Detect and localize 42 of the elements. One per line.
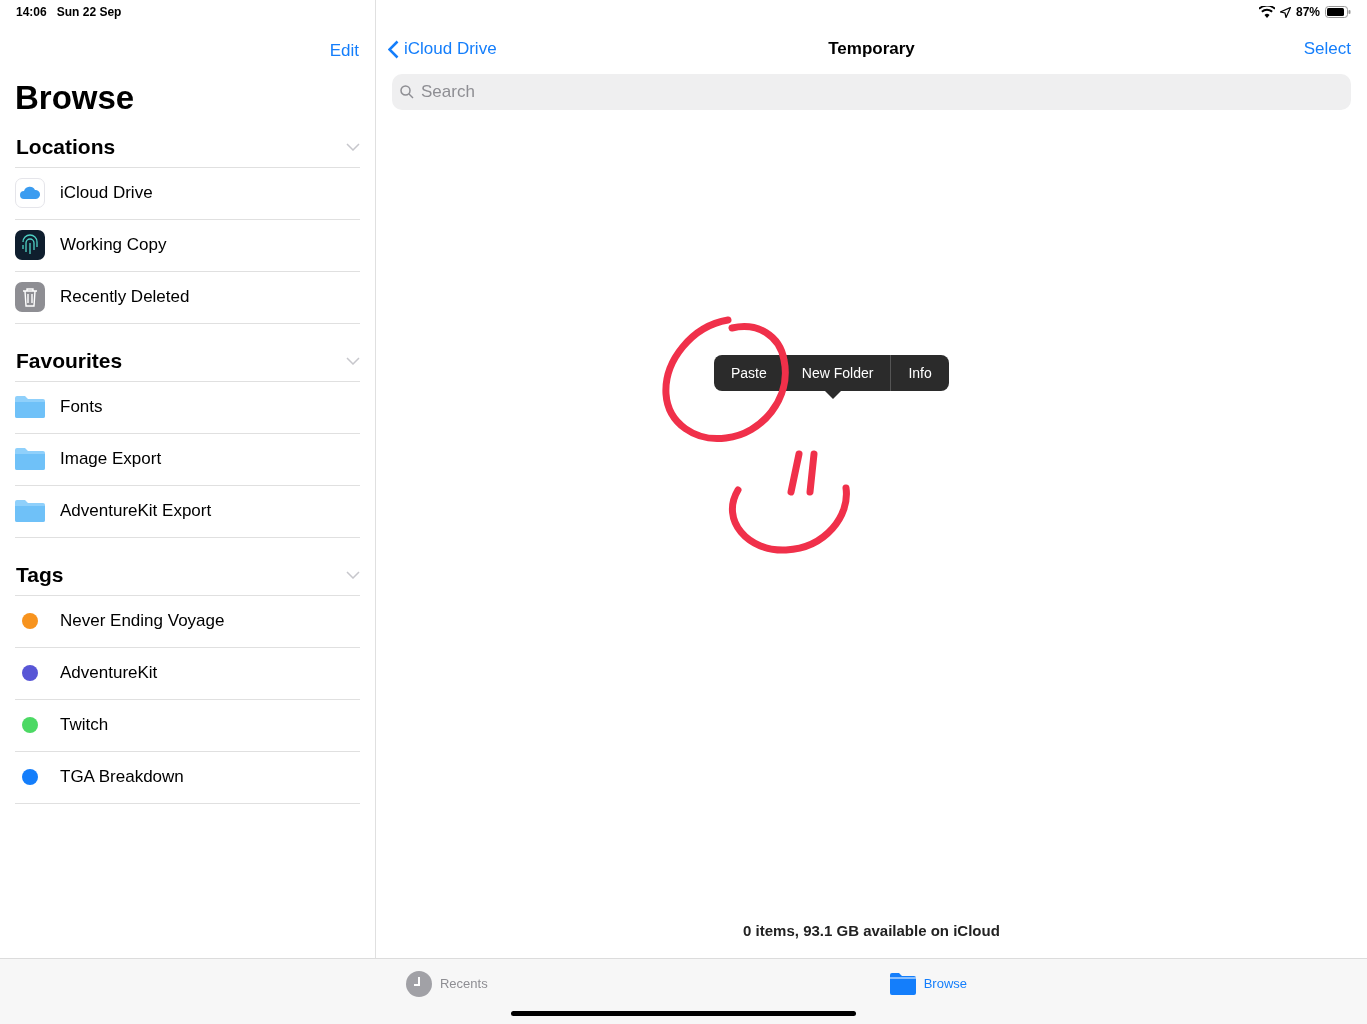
select-button[interactable]: Select — [1303, 36, 1355, 62]
chevron-icon[interactable] — [346, 357, 360, 365]
chevron-icon[interactable] — [346, 143, 360, 151]
folder-icon — [15, 500, 45, 522]
nav-title: Temporary — [828, 38, 915, 61]
status-time: 14:06 — [16, 4, 47, 21]
sidebar-item[interactable]: Fonts — [60, 394, 103, 420]
sidebar-item[interactable]: Twitch — [60, 712, 109, 738]
section-header: Tags — [15, 562, 64, 589]
back-chevron-icon — [388, 39, 399, 59]
folder-icon — [889, 973, 916, 995]
sidebar-title: Browse — [14, 77, 136, 118]
trash-icon — [15, 282, 45, 312]
edit-button[interactable]: Edit — [329, 38, 359, 64]
sidebar-item[interactable]: Never Ending Voyage — [60, 608, 225, 634]
tab-bar-item[interactable]: Browse — [889, 971, 968, 997]
battery-icon — [1325, 6, 1351, 18]
section-header: Favourites — [15, 348, 123, 375]
sidebar-item[interactable]: TGA Breakdown — [60, 764, 184, 790]
menu-item[interactable]: Paste — [714, 355, 784, 391]
search-icon — [400, 85, 414, 99]
folder-icon — [15, 448, 45, 470]
cloud-icon — [15, 178, 45, 208]
storage-summary: 0 items, 93.1 GB available on iCloud — [743, 920, 1000, 941]
sidebar-item[interactable]: Recently Deleted — [60, 284, 190, 310]
section-header: Locations — [15, 134, 116, 161]
folder-icon — [15, 396, 45, 418]
chevron-icon[interactable] — [346, 571, 360, 579]
location-icon — [1279, 6, 1291, 18]
sidebar-item[interactable]: Image Export — [60, 446, 162, 472]
battery-percentage: 87% — [1295, 4, 1320, 21]
sidebar-item[interactable]: AdventureKit — [60, 660, 158, 686]
menu-item[interactable]: Info — [890, 355, 949, 391]
sidebar-item[interactable]: iCloud Drive — [60, 180, 153, 206]
sidebar-item[interactable]: AdventureKit Export — [60, 498, 212, 524]
wifi-icon — [1258, 6, 1275, 18]
search-field[interactable]: Search — [392, 74, 1351, 110]
back-button[interactable]: iCloud Drive — [388, 36, 497, 62]
status-date: Sun 22 Sep — [56, 4, 122, 21]
fingerprint-icon — [15, 230, 45, 260]
clock-icon — [405, 971, 432, 997]
sidebar-item[interactable]: Working Copy — [60, 232, 167, 258]
